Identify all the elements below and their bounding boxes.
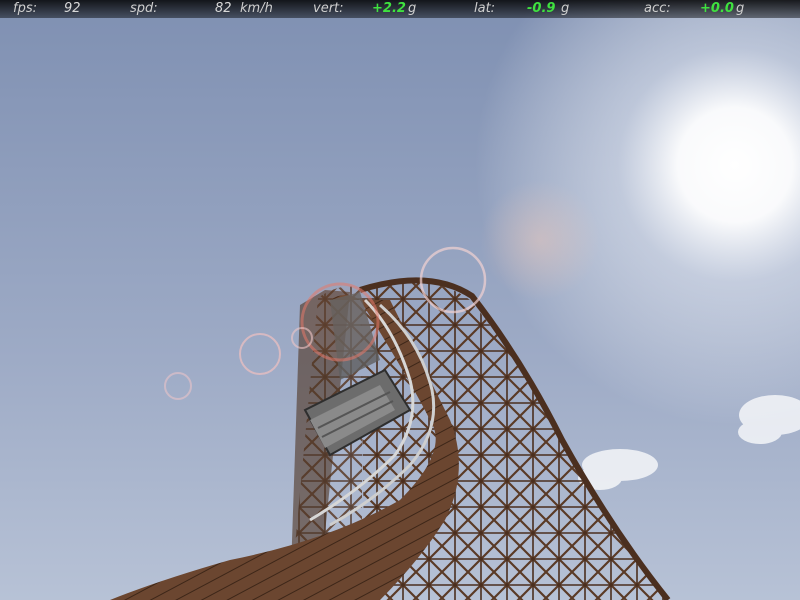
vert-label: vert: xyxy=(313,1,344,16)
roller-coaster-scene xyxy=(0,0,800,600)
lat-value: -0.9 xyxy=(527,1,556,16)
speed-unit: km/h xyxy=(240,1,273,16)
vert-value: +2.2 xyxy=(372,1,406,16)
fps-value: 92 xyxy=(64,1,81,16)
telemetry-hud: fps: 92 spd: 82 km/h vert: +2.2 g lat: -… xyxy=(0,0,800,18)
speed-label: spd: xyxy=(130,1,158,16)
acc-label: acc: xyxy=(644,1,671,16)
acc-unit: g xyxy=(736,1,745,16)
acc-value: +0.0 xyxy=(700,1,734,16)
lat-unit: g xyxy=(561,1,570,16)
lens-flare-glow xyxy=(480,180,600,300)
lat-label: lat: xyxy=(474,1,496,16)
speed-value: 82 xyxy=(215,1,232,16)
vert-unit: g xyxy=(408,1,417,16)
fps-label: fps: xyxy=(13,1,37,16)
